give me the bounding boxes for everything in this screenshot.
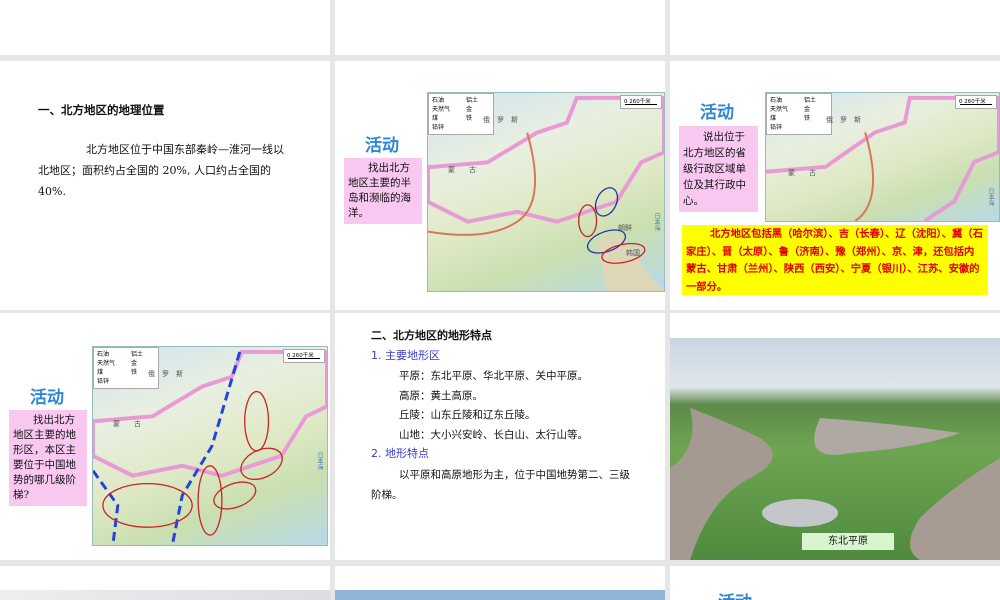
legend-bauxite: 铝土 [131,351,144,358]
legend-lead-zinc: 铅锌 [432,124,445,131]
legend-iron: 铁 [804,115,811,122]
map-scale: 0 260千米 [620,95,662,109]
map-label-russia: 俄 罗 斯 [483,116,518,124]
map-legend: 石油 铝土 天然气金 煤铁 铅锌 [428,93,494,135]
legend-gold: 金 [804,106,811,113]
legend-lead-zinc: 铅锌 [97,378,110,385]
map-label-mongolia: 蒙 古 [788,169,816,177]
activity-task: 找出北方地区主要的半岛和濒临的海洋。 [344,158,422,224]
legend-lead-zinc: 铅锌 [770,124,783,131]
answer-box: 北方地区包括黑（哈尔滨）、吉（长春）、辽（沈阳）、冀（石家庄）、晋（太原）、鲁（… [682,225,988,295]
slide-thumbnail[interactable] [335,566,665,600]
north-china-map: 石油 铝土 天然气金 煤铁 铅锌 0 260千米 俄 罗 斯 蒙 古 朝鲜 韩国 … [427,92,665,292]
legend-oil: 石油 [97,351,110,358]
subheading-landform-regions: 1. 主要地形区 [371,349,440,362]
legend-gold: 金 [466,106,473,113]
map-label-mongolia: 蒙 古 [448,166,476,174]
landform-mountains: 山地：大小兴安岭、长白山、太行山等。 [399,428,588,441]
landform-plateau: 高原：黄土高原。 [399,389,483,402]
slide-heading: 一、北方地区的地理位置 [38,103,165,117]
slide-thumbnail[interactable] [670,0,1000,55]
map-legend: 石油 铝土 天然气 金 煤 铁 铅锌 [766,93,832,135]
slide-photo [335,590,665,600]
map-label-mongolia: 蒙 古 [113,420,141,428]
legend-gas: 天然气 [97,360,116,367]
map-label-japan-sea: 日本海 [653,213,660,231]
slide-landforms-activity[interactable]: 活动 找出北方地区主要的地形区，本区主要位于中国地势的哪几级阶梯? 石油 铝土 天… [0,313,330,560]
map-label-russia: 俄 罗 斯 [826,116,861,124]
map-scale: 0 260千米 [283,349,325,363]
legend-oil: 石油 [432,97,445,104]
slide-thumbnail[interactable] [335,0,665,55]
landform-hills: 丘陵：山东丘陵和辽东丘陵。 [399,409,536,421]
landform-plains: 平原：东北平原、华北平原、关中平原。 [399,370,588,382]
slide-provinces-activity[interactable]: 活动 说出位于北方地区的省级行政区域单位及其行政中心。 石油 铝土 天然气 金 煤 铁… [670,61,1000,310]
map-scale: 0 260千米 [955,95,997,109]
legend-coal: 煤 [770,115,777,122]
slide-body: 以平原和高原地形为主，位于中国地势第二、三级阶梯。 [371,469,630,501]
north-china-map: 石油 铝土 天然气 金 煤 铁 铅锌 0 260千米 俄 罗 斯 蒙 古 日本海 [765,92,1000,222]
activity-task: 找出北方地区主要的地形区，本区主要位于中国地势的哪几级阶梯? [9,410,87,506]
map-label-south-korea: 韩国 [626,249,640,257]
legend-gas: 天然气 [770,106,789,113]
legend-bauxite: 铝土 [804,97,817,104]
activity-title: 活动 [30,388,64,408]
activity-title: 活动 [700,103,734,123]
activity-title: 活动 [365,136,399,156]
legend-gas: 天然气 [432,106,451,113]
slide-northeast-plain-photo[interactable]: 东北平原 [670,313,1000,560]
subheading-terrain-features: 2. 地形特点 [371,447,429,460]
landform-list: 平原：东北平原、华北平原、关中平原。 高原：黄土高原。 丘陵：山东丘陵和辽东丘陵… [399,367,588,445]
legend-gold: 金 [131,360,138,367]
slide-geographic-location[interactable]: 一、北方地区的地理位置 北方地区位于中国东部秦岭—淮河一线以北地区；面积约占全国… [0,61,330,310]
slide-thumbnail[interactable] [0,566,330,600]
slide-photo [0,590,330,600]
map-label-russia: 俄 罗 斯 [148,370,183,378]
slide-thumbnail[interactable]: 活动 [670,566,1000,600]
slide-heading: 二、北方地区的地形特点 [371,329,492,342]
photo-caption: 东北平原 [802,533,894,550]
legend-coal: 煤 [97,369,104,376]
north-china-map: 石油 铝土 天然气金 煤铁 铅锌 0 260千米 俄 罗 斯 蒙 古 日本海 [92,346,328,546]
map-label-korea: 朝鲜 [618,224,632,232]
slide-thumbnail[interactable] [0,0,330,55]
legend-oil: 石油 [770,97,783,104]
map-legend: 石油 铝土 天然气金 煤铁 铅锌 [93,347,159,389]
activity-task: 说出位于北方地区的省级行政区域单位及其行政中心。 [679,126,758,212]
legend-coal: 煤 [432,115,439,122]
map-label-japan-sea: 日本海 [316,452,323,470]
slide-terrain-features[interactable]: 二、北方地区的地形特点 1. 主要地形区 平原：东北平原、华北平原、关中平原。 … [335,313,665,560]
slide-peninsulas-activity[interactable]: 活动 找出北方地区主要的半岛和濒临的海洋。 石油 铝土 天然气金 煤铁 铅锌 0 … [335,61,665,310]
legend-bauxite: 铝土 [466,97,479,104]
activity-title: 活动 [718,588,752,600]
slide-body: 北方地区位于中国东部秦岭—淮河一线以北地区；面积约占全国的 20%, 人口约占全… [38,143,284,198]
photo-northeast-plain: 东北平原 [670,338,1000,560]
map-label-japan-sea: 日本海 [987,188,994,206]
